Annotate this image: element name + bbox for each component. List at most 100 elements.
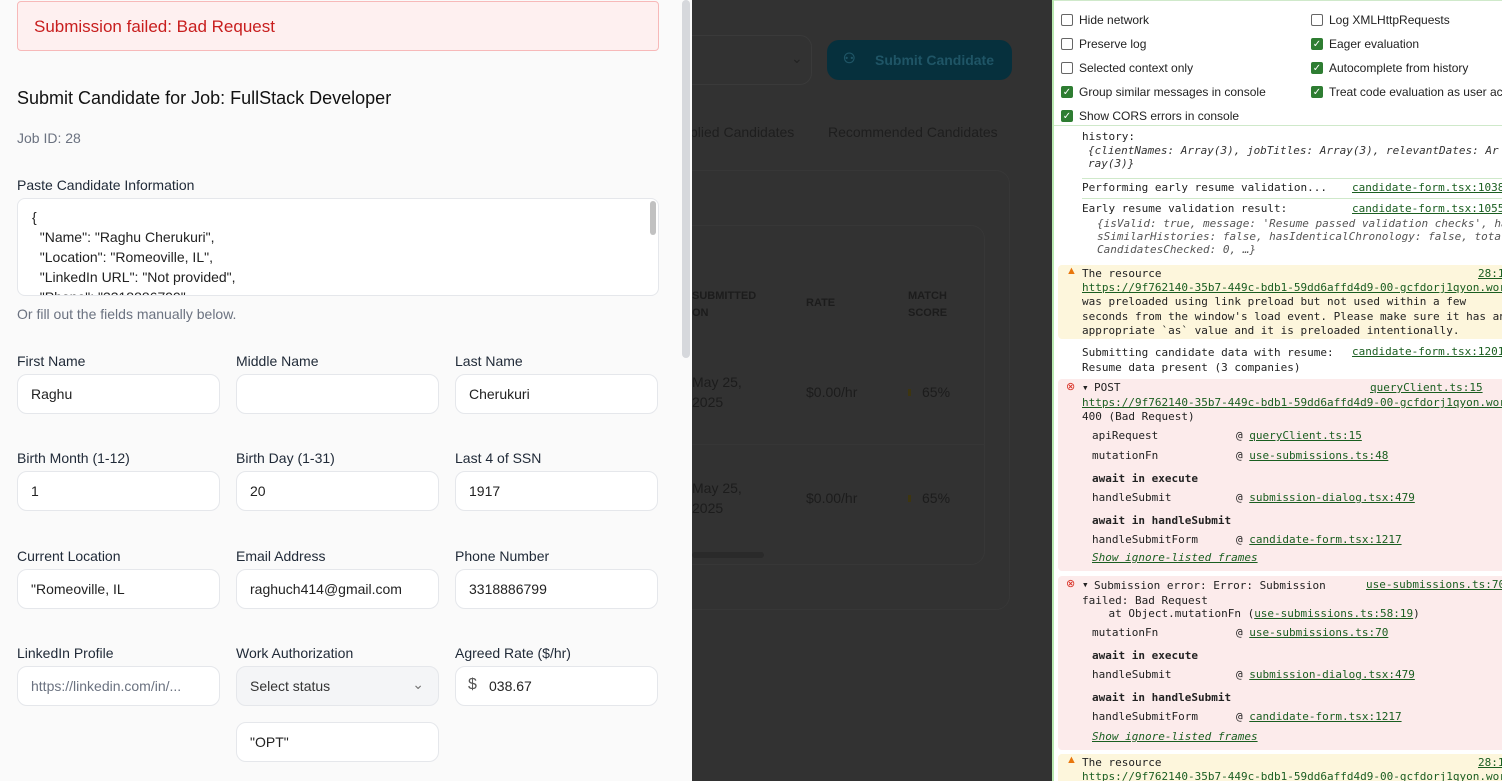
linkedin-profile-input[interactable]: https://linkedin.com/in/... [17,666,220,706]
setting-checkbox[interactable]: Preserve log [1061,37,1146,51]
log-source-link[interactable]: candidate-form.tsx:1055 [1352,202,1502,215]
row-date: May 25, 2025 [692,480,742,516]
stack-fn: mutationFn [1092,449,1159,462]
stack-source-link[interactable]: use-submissions.ts:48 [1249,449,1388,462]
setting-checkbox[interactable]: Hide network [1061,13,1149,27]
setting-checkbox[interactable]: Log XMLHttpRequests [1311,13,1450,27]
current-location-input[interactable]: "Romeoville, IL [17,569,220,609]
error-icon: ⊗ [1066,578,1076,590]
submit-candidate-button[interactable]: ⚇ Submit Candidate [827,40,1012,80]
setting-label: Autocomplete from history [1329,61,1469,75]
devtools-panel: Hide network Log XMLHttpRequests Preserve … [1052,0,1502,781]
checkbox-icon[interactable] [1311,14,1323,26]
expand-triangle-icon[interactable]: ▾ [1082,381,1089,394]
error-source-link[interactable]: queryClient.ts:15 [1370,381,1483,394]
stack-source-link[interactable]: submission-dialog.tsx:479 [1249,668,1415,681]
work-authorization-select[interactable]: Select status ⌄ [236,666,439,706]
work-authorization-label: Work Authorization [236,645,354,661]
warning-detail: was preloaded using link preload but not… [1082,295,1502,337]
setting-checkbox[interactable]: ✓ Treat code evaluation as user action [1311,85,1502,99]
stack-source-link[interactable]: submission-dialog.tsx:479 [1249,491,1415,504]
at-source-link[interactable]: use-submissions.ts:58:19 [1254,607,1413,620]
last-name-label: Last Name [455,353,523,369]
warning-source-link[interactable]: 28:1 [1478,756,1502,769]
checkbox-icon[interactable]: ✓ [1311,86,1323,98]
log-source-link[interactable]: candidate-form.tsx:1201 [1352,345,1502,358]
email-address-input[interactable]: raghuch414@gmail.com [236,569,439,609]
linkedin-profile-label: LinkedIn Profile [17,645,114,661]
middle-name-label: Middle Name [236,353,319,369]
phone-number-value: 3318886799 [469,581,547,597]
console-error-post: ⊗ ▾ POST queryClient.ts:15 https://9f762… [1058,379,1502,571]
error-icon: ⊗ [1066,381,1076,393]
setting-checkbox[interactable]: ✓ Autocomplete from history [1311,61,1468,75]
work-authorization-other-input[interactable]: "OPT" [236,722,439,762]
checkbox-icon[interactable] [1061,14,1073,26]
at-sign: @ candidate-form.tsx:1217 [1236,710,1402,723]
paste-candidate-textarea[interactable]: { "Name": "Raghu Cherukuri", "Location":… [17,198,659,296]
score-bar [908,389,911,396]
stack-source-link[interactable]: candidate-form.tsx:1217 [1249,533,1401,546]
setting-label: Treat code evaluation as user action [1329,85,1502,99]
resource-url-link[interactable]: https://9f762140-35b7-449c-bdb1-59dd6aff… [1082,770,1502,781]
middle-name-input[interactable] [236,374,439,414]
row-score: 65% [922,384,951,400]
log-source-link[interactable]: candidate-form.tsx:1038 [1352,181,1502,194]
tab-applied[interactable]: plied Candidates [692,124,794,140]
async-boundary: await in handleSubmit [1092,691,1232,704]
show-ignored-frames-link[interactable]: Show ignore-listed frames [1092,730,1258,743]
setting-checkbox[interactable]: ✓ Group similar messages in console [1061,85,1266,99]
email-address-label: Email Address [236,548,326,564]
at-text: at Object.mutationFn ( [1082,607,1255,620]
at-sign: @ submission-dialog.tsx:479 [1236,491,1415,504]
first-name-value: Raghu [31,386,73,402]
setting-checkbox[interactable]: ✓ Show CORS errors in console [1061,109,1239,123]
error-text: POST [1094,381,1121,394]
stack-fn: handleSubmitForm [1092,533,1198,546]
at-sign: @ queryClient.ts:15 [1236,429,1362,442]
console-error-submission: ⊗ ▾ Submission error: Error: Submission … [1058,576,1502,750]
phone-number-input[interactable]: 3318886799 [455,569,658,609]
warning-source-link[interactable]: 28:1 [1478,267,1502,280]
last-4-of-ssn-input[interactable]: 1917 [455,471,658,511]
first-name-input[interactable]: Raghu [17,374,220,414]
first-name-label: First Name [17,353,86,369]
resource-url-link[interactable]: https://9f762140-35b7-449c-bdb1-59dd6aff… [1082,281,1502,294]
row-score: 65% [922,490,951,506]
error-source-link[interactable]: use-submissions.ts:70 [1366,578,1502,591]
last-name-input[interactable]: Cherukuri [455,374,658,414]
agreed-rate-hr-input[interactable]: $038.67 [455,666,658,706]
setting-checkbox[interactable]: Selected context only [1061,61,1193,75]
at-sign: @ submission-dialog.tsx:479 [1236,668,1415,681]
show-ignored-frames-link[interactable]: Show ignore-listed frames [1092,551,1258,564]
checkbox-icon[interactable] [1061,62,1073,74]
textarea-scrollbar[interactable] [650,201,656,235]
stack-source-link[interactable]: queryClient.ts:15 [1249,429,1362,442]
dialog-scrollbar[interactable] [682,0,690,358]
work-auth-other-value: "OPT" [250,734,289,750]
checkbox-icon[interactable]: ✓ [1311,62,1323,74]
checkbox-icon[interactable]: ✓ [1061,86,1073,98]
error-at-line: at Object.mutationFn (use-submissions.ts… [1082,607,1420,620]
dimmed-background-page: ⌄ ⚇ Submit Candidate plied Candidates Rec… [692,0,1052,781]
birth-month-1-12-value: 1 [31,483,39,499]
table-scrollbar[interactable] [692,552,764,558]
history-object[interactable]: {clientNames: Array(3), jobTitles: Array… [1088,144,1499,170]
birth-day-1-31-input[interactable]: 20 [236,471,439,511]
log-text: Submitting candidate data with resume: R… [1082,346,1334,374]
setting-checkbox[interactable]: ✓ Eager evaluation [1311,37,1419,51]
select-dropdown[interactable]: ⌄ [692,35,812,85]
validation-object[interactable]: {isValid: true, message: 'Resume passed … [1097,217,1502,256]
warning-icon: ▲ [1066,265,1077,277]
stack-source-link[interactable]: candidate-form.tsx:1217 [1249,710,1401,723]
stack-source-link[interactable]: use-submissions.ts:70 [1249,626,1388,639]
request-url-link[interactable]: https://9f762140-35b7-449c-bdb1-59dd6aff… [1082,396,1502,409]
submit-candidate-label: Submit Candidate [875,52,995,68]
checkbox-icon[interactable] [1061,38,1073,50]
checkbox-icon[interactable]: ✓ [1311,38,1323,50]
birth-day-1-31-value: 20 [250,483,266,499]
tab-recommended[interactable]: Recommended Candidates [828,124,998,140]
col-submitted: SUBMITTED ON [692,290,757,319]
checkbox-icon[interactable]: ✓ [1061,110,1073,122]
birth-month-1-12-input[interactable]: 1 [17,471,220,511]
